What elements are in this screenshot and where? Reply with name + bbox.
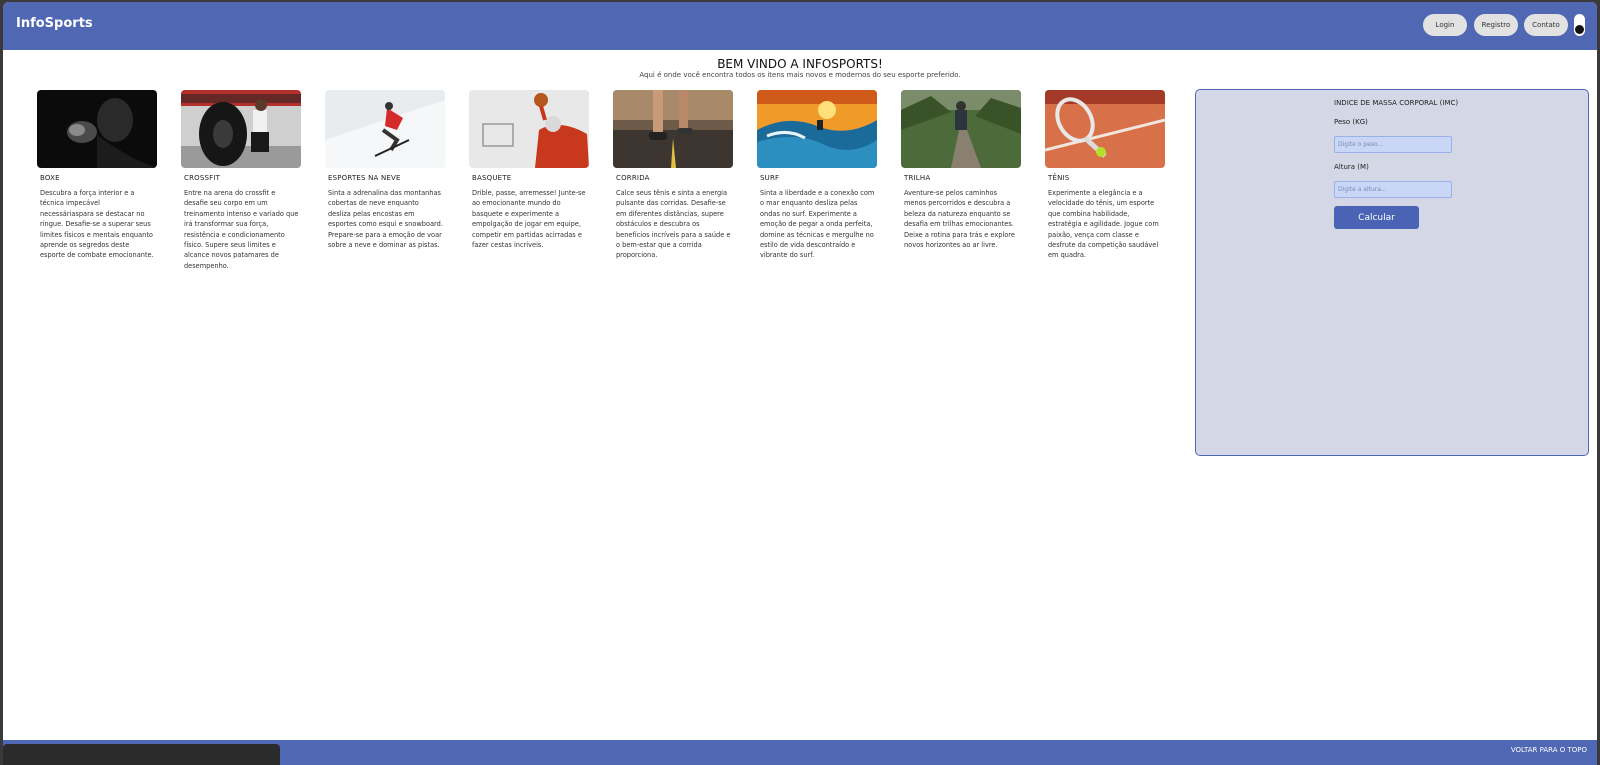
calculate-button[interactable]: Calcular — [1334, 206, 1419, 229]
sport-description: Drible, passe, arremesse! Junte-se ao em… — [472, 189, 586, 250]
sport-description: Entre na arena do crossfit e desafie seu… — [184, 189, 299, 270]
trilha-image — [901, 90, 1021, 168]
page-title: BEM VINDO A INFOSPORTS! — [717, 57, 883, 71]
sport-card-tenis[interactable]: TÊNIS Experimente a elegância e a veloci… — [1045, 90, 1165, 261]
theme-toggle[interactable] — [1574, 14, 1585, 36]
sport-name: BASQUETE — [472, 174, 512, 182]
toggle-knob-icon — [1575, 25, 1584, 34]
sport-name: TÊNIS — [1048, 174, 1070, 182]
esportes-na-neve-image — [325, 90, 445, 168]
browser-viewport: InfoSports Login Registro Contato BEM VI… — [3, 2, 1597, 765]
sport-description: Descubra a força interior e a técnica im… — [40, 189, 154, 260]
sport-name: CROSSFIT — [184, 174, 221, 182]
sport-name: BOXE — [40, 174, 60, 182]
sport-card-basquete[interactable]: BASQUETE Drible, passe, arremesse! Junte… — [469, 90, 589, 250]
boxe-image — [37, 90, 157, 168]
basquete-image — [469, 90, 589, 168]
sport-name: CORRIDA — [616, 174, 650, 182]
page-footer: VOLTAR PARA O TOPO — [3, 740, 1597, 765]
login-button[interactable]: Login — [1423, 14, 1467, 36]
imc-calculator-panel: INDICE DE MASSA CORPORAL (IMC) Peso (KG)… — [1195, 89, 1589, 456]
sport-name: TRILHA — [904, 174, 931, 182]
sport-description: Sinta a liberdade e a conexão com o mar … — [760, 189, 875, 260]
sport-card-surf[interactable]: SURF Sinta a liberdade e a conexão com o… — [757, 90, 877, 261]
height-label: Altura (M) — [1334, 163, 1369, 171]
page-subtitle: Aqui é onde você encontra todos os itens… — [639, 71, 961, 79]
weight-label: Peso (KG) — [1334, 118, 1368, 126]
height-input[interactable] — [1334, 181, 1452, 198]
weight-input[interactable] — [1334, 136, 1452, 153]
register-button[interactable]: Registro — [1474, 14, 1518, 36]
sport-description: Calce seus tênis e sinta a energia pulsa… — [616, 189, 731, 260]
corrida-image — [613, 90, 733, 168]
sport-card-trilha[interactable]: TRILHA Aventure-se pelos caminhos menos … — [901, 90, 1021, 250]
sport-description: Experimente a elegância e a velocidade d… — [1048, 189, 1159, 260]
sport-description: Sinta a adrenalina das montanhas coberta… — [328, 189, 443, 250]
back-to-top-link[interactable]: VOLTAR PARA O TOPO — [1511, 746, 1587, 754]
contact-button[interactable]: Contato — [1524, 14, 1568, 36]
sport-card-boxe[interactable]: BOXE Descubra a força interior e a técni… — [37, 90, 157, 261]
surf-image — [757, 90, 877, 168]
sport-card-corrida[interactable]: CORRIDA Calce seus tênis e sinta a energ… — [613, 90, 733, 261]
brand-logo[interactable]: InfoSports — [16, 16, 93, 31]
sport-card-crossfit[interactable]: CROSSFIT Entre na arena do crossfit e de… — [181, 90, 301, 271]
tenis-image — [1045, 90, 1165, 168]
sport-card-esportes-na-neve[interactable]: ESPORTES NA NEVE Sinta a adrenalina das … — [325, 90, 445, 250]
imc-title: INDICE DE MASSA CORPORAL (IMC) — [1334, 99, 1459, 107]
sport-name: ESPORTES NA NEVE — [328, 174, 401, 182]
top-navbar: InfoSports Login Registro Contato — [3, 2, 1597, 50]
sport-description: Aventure-se pelos caminhos menos percorr… — [904, 189, 1015, 250]
crossfit-image — [181, 90, 301, 168]
footer-overlay-bar — [3, 744, 280, 765]
sport-name: SURF — [760, 174, 780, 182]
